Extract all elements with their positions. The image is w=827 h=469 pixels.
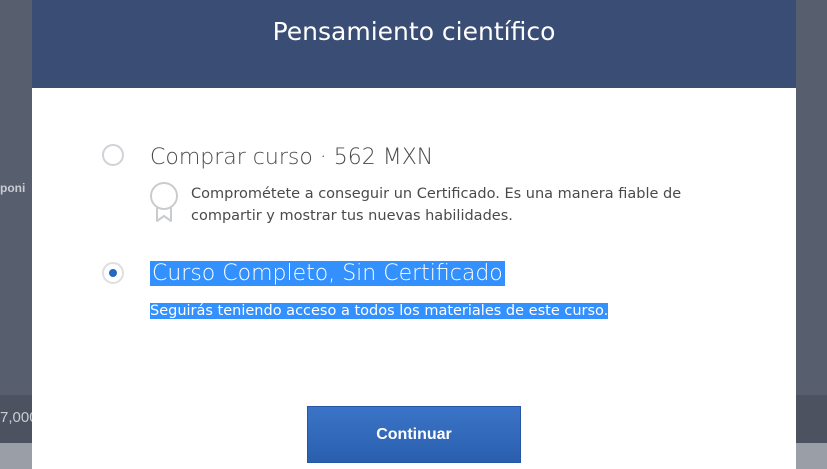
certificate-ribbon-icon	[150, 182, 178, 222]
full-course-description: Seguirás teniendo acceso a todos los mat…	[150, 300, 609, 322]
continue-button[interactable]: Continuar	[307, 406, 521, 463]
modal-header: Pensamiento científico	[32, 0, 796, 88]
purchase-modal: Pensamiento científico Comprar curso · 5…	[32, 0, 796, 469]
radio-selected-dot	[109, 269, 117, 277]
background-text: poni	[0, 181, 26, 195]
buy-course-radio[interactable]	[102, 144, 124, 166]
full-course-title[interactable]: Curso Completo, Sin Certificado	[150, 261, 505, 286]
full-course-description-text: Seguirás teniendo acceso a todos los mat…	[150, 303, 609, 319]
modal-title: Pensamiento científico	[272, 16, 556, 46]
buy-course-description: Comprométete a conseguir un Certificado.…	[191, 186, 682, 224]
buy-course-title[interactable]: Comprar curso · 562 MXN	[150, 145, 433, 170]
full-course-radio[interactable]	[102, 262, 124, 284]
full-course-title-text: Curso Completo, Sin Certificado	[150, 261, 505, 286]
